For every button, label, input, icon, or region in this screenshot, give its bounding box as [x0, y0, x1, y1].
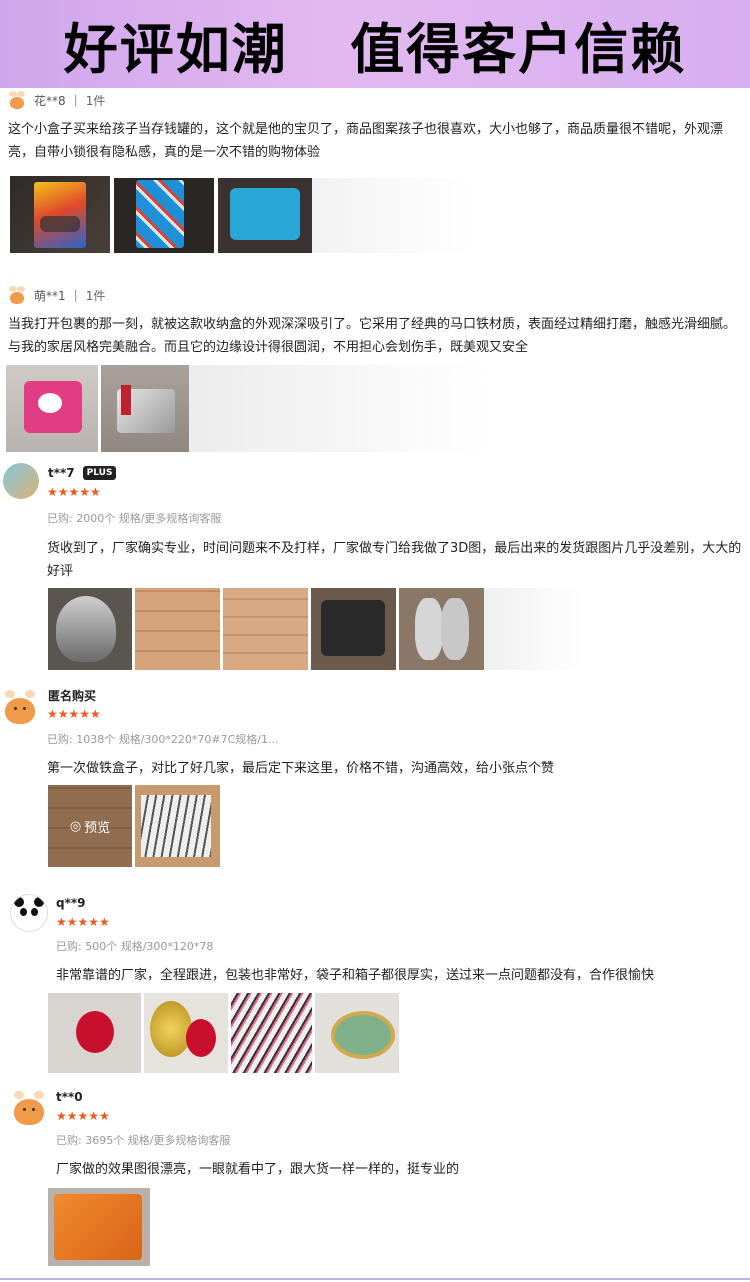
purchase-spec: 已购: 500个 规格/300*120*78: [56, 940, 214, 953]
header-banner: 好评如潮 值得客户信赖: [0, 0, 750, 88]
review-photo[interactable]: [311, 588, 396, 670]
review-photo[interactable]: [231, 993, 312, 1073]
review-photo[interactable]: [135, 588, 220, 670]
review-photo[interactable]: [10, 176, 110, 253]
review-photo[interactable]: [135, 785, 220, 867]
review-photo[interactable]: [144, 993, 228, 1073]
photo-strip-fade: [312, 178, 472, 253]
review-header: t**0: [56, 1090, 83, 1104]
review-photo[interactable]: [399, 588, 484, 670]
cow-avatar-icon: [8, 286, 26, 304]
review-text: 非常靠谱的厂家，全程跟进，包装也非常好，袋子和箱子都很厚实，送过来一点问题都没有…: [56, 968, 655, 983]
purchase-count: 1件: [85, 93, 106, 108]
reviewer-name: t**0: [56, 1090, 83, 1104]
preview-overlay[interactable]: ◎ 预览: [48, 785, 132, 867]
panda-avatar-icon: [10, 894, 48, 932]
review-photo[interactable]: [101, 365, 189, 452]
star-rating: ★★★★★: [47, 485, 101, 499]
reviewer-name: 匿名购买: [48, 689, 97, 703]
review-photo[interactable]: [48, 1188, 150, 1266]
plus-badge: PLUS: [82, 466, 117, 480]
reviewer-name: q**9: [56, 896, 86, 910]
separator: |: [73, 93, 78, 107]
photo-strip-fade: [189, 365, 489, 452]
review-header: 匿名购买: [48, 687, 96, 704]
review-header: t**7 PLUS: [48, 466, 117, 480]
purchase-spec: 已购: 3695个 规格/更多规格询客服: [56, 1134, 231, 1147]
divider: [0, 1278, 750, 1280]
purchase-count: 1件: [85, 288, 106, 303]
review-text: 厂家做的效果图很漂亮，一眼就看中了，跟大货一样一样的，挺专业的: [56, 1162, 460, 1177]
review-photo[interactable]: [223, 588, 308, 670]
review-header: 萌**1 | 1件: [8, 286, 105, 304]
reviewer-name: t**7: [48, 466, 75, 480]
purchase-spec: 已购: 2000个 规格/更多规格询客服: [47, 512, 222, 525]
banner-title: 好评如潮 值得客户信赖: [63, 17, 687, 81]
cow-avatar-icon: [8, 91, 26, 109]
star-rating: ★★★★★: [56, 915, 110, 929]
eye-icon: ◎: [69, 818, 82, 834]
review-photo[interactable]: [48, 588, 132, 670]
avatar: [3, 463, 39, 499]
photo-strip-fade: [484, 588, 584, 670]
review-photo[interactable]: [48, 993, 141, 1073]
cow-avatar-icon: [3, 690, 37, 724]
reviewer-name: 萌**1: [34, 288, 66, 303]
purchase-spec: 已购: 1038个 规格/300*220*70#7C规格/1...: [47, 733, 279, 746]
review-photo[interactable]: ◎ 预览: [48, 785, 132, 867]
review-header: q**9: [56, 896, 86, 910]
review-text: 货收到了，厂家确实专业，时间问题来不及打样，厂家做专门给我做了3D图，最后出来的…: [47, 541, 742, 579]
review-photo[interactable]: [315, 993, 399, 1073]
cow-avatar-icon: [12, 1091, 46, 1125]
review-photo[interactable]: [218, 178, 312, 253]
star-rating: ★★★★★: [47, 707, 101, 721]
preview-label: 预览: [84, 820, 111, 836]
review-text: 第一次做铁盒子，对比了好几家，最后定下来这里，价格不错，沟通高效，给小张点个赞: [47, 761, 555, 776]
separator: |: [73, 288, 78, 302]
review-photo[interactable]: [6, 365, 98, 452]
review-photo[interactable]: [114, 178, 214, 253]
review-header: 花**8 | 1件: [8, 91, 105, 109]
review-text: 当我打开包裹的那一刻，就被这款收纳盒的外观深深吸引了。它采用了经典的马口铁材质，…: [8, 317, 737, 355]
star-rating: ★★★★★: [56, 1109, 110, 1123]
review-text: 这个小盒子买来给孩子当存钱罐的，这个就是他的宝贝了，商品图案孩子也很喜欢，大小也…: [8, 122, 724, 160]
reviewer-name: 花**8: [34, 93, 66, 108]
